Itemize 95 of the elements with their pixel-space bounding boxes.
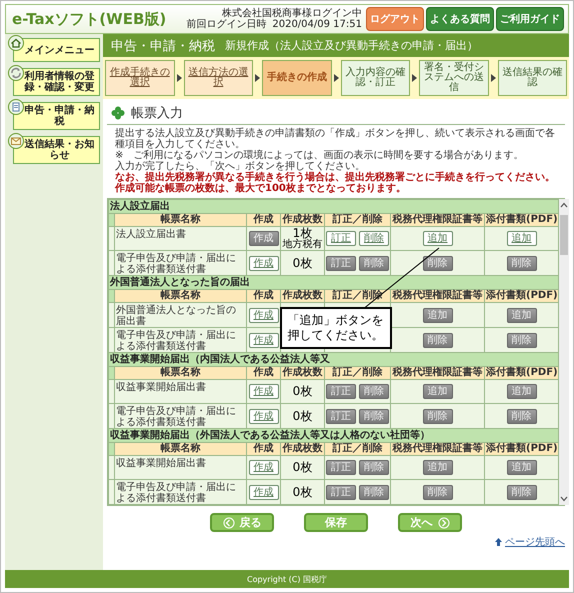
instruction-text: 提出する法人設立及び異動手続きの申請書類の「作成」ボタンを押し、続いて表示される画面で各種項目を入力してください。 — [115, 128, 556, 150]
column-header: 税務代理権限証書等 — [390, 442, 484, 456]
column-header: 作成枚数 — [280, 366, 324, 380]
create-button[interactable]: 作成 — [248, 332, 278, 348]
table-cell: 電子申告及び申請・届出による添付書類送付書 — [114, 404, 246, 428]
group-title: 収益事業開始届出（内国法人である公益法人等又 — [108, 352, 558, 366]
page-top-link[interactable]: ページ先頭へ — [494, 535, 565, 549]
step-item: 送信結果の確認 — [498, 60, 567, 96]
envelope-icon — [8, 133, 24, 149]
back-button[interactable]: 戻る — [210, 513, 274, 532]
column-header: 作成 — [246, 366, 280, 380]
group-title: 外国普通法人となった旨の届出 — [108, 276, 558, 290]
scroll-thumb[interactable] — [560, 215, 568, 255]
sidebar-item[interactable]: メインメニュー — [13, 38, 100, 62]
table-cell: 収益事業開始届出書 — [114, 456, 246, 480]
table-cell: 法人設立届出書 — [114, 226, 246, 250]
page-title: 新規作成（法人設立及び異動手続きの申請・届出） — [225, 38, 478, 53]
next-button[interactable]: 次へ — [398, 513, 462, 532]
create-button[interactable]: 作成 — [248, 460, 278, 475]
caret-down-icon — [559, 495, 569, 503]
count-text: 0枚 — [292, 461, 312, 474]
document-icon — [8, 99, 24, 115]
clover-icon — [111, 106, 125, 120]
instruction-text: 入力が完了したら、「次へ」ボタンを押してください。 — [115, 161, 365, 172]
column-header: 作成 — [246, 214, 280, 226]
table-cell: 電子申告及び申請・届出による添付書類送付書 — [114, 328, 246, 352]
user-status: 株式会社国税商事様ログイン中 — [221, 8, 362, 19]
cycle-icon — [8, 65, 24, 81]
next-icon — [438, 516, 450, 530]
section-title: 申告・申請・納税 — [111, 38, 215, 54]
create-button[interactable]: 作成 — [248, 308, 278, 322]
logout-button[interactable]: ログアウト — [366, 7, 424, 31]
column-header: 作成 — [246, 442, 280, 456]
arrow-up-icon — [494, 537, 503, 547]
last-login-label: 前回ログイン日時 — [186, 19, 266, 30]
copyright-text: Copyright (C) 国税庁 — [246, 574, 327, 584]
column-header: 帳票名称 — [114, 366, 246, 380]
count-text: 1枚 — [292, 227, 312, 240]
sidebar-item[interactable]: 利用者情報の登録・確認・変更 — [13, 68, 100, 96]
sidebar-item[interactable]: 申告・申請・納税 — [13, 102, 100, 130]
table-cell: 電子申告及び申請・届出による添付書類送付書 — [114, 250, 246, 276]
column-header: 添付書類(PDF) — [484, 290, 558, 302]
column-header: 添付書類(PDF) — [484, 214, 558, 226]
create-button[interactable]: 作成 — [248, 256, 278, 270]
column-header: 訂正／削除 — [324, 366, 390, 380]
column-header: 訂正／削除 — [324, 442, 390, 456]
instruction-text: 作成可能な帳票の枚数は、最大で100枚までとなっております。 — [115, 183, 407, 194]
column-header: 帳票名称 — [114, 442, 246, 456]
count-text: 0枚 — [292, 256, 312, 270]
table-cell: 収益事業開始届出書 — [114, 380, 246, 404]
delete-button[interactable]: 削除 — [359, 231, 389, 246]
nav-button[interactable]: ご利用ガイド — [496, 7, 564, 31]
sidebar-item[interactable]: 送信結果・お知らせ — [13, 136, 100, 164]
column-header: 作成枚数 — [280, 290, 324, 302]
group-title: 法人設立届出 — [108, 200, 558, 214]
column-header: 帳票名称 — [114, 214, 246, 226]
column-header: 帳票名称 — [114, 290, 246, 302]
section-heading: 帳票入力 — [131, 105, 183, 122]
agent-document-button[interactable]: 追加 — [422, 231, 452, 246]
count-text: 0枚 — [292, 486, 312, 498]
column-header: 税務代理権限証書等 — [390, 214, 484, 226]
step-item: 署名・受付システムへの送信 — [419, 60, 488, 96]
attachment-button[interactable]: 追加 — [506, 231, 536, 246]
column-header: 税務代理権限証書等 — [390, 366, 484, 380]
last-login-time: 2020/04/09 17:51 — [272, 19, 362, 30]
back-icon — [222, 516, 234, 530]
create-button[interactable]: 作成 — [248, 384, 278, 399]
save-button[interactable]: 保存 — [304, 513, 368, 532]
count-text: 0枚 — [292, 410, 312, 422]
edit-button[interactable]: 訂正 — [326, 231, 356, 246]
column-header: 添付書類(PDF) — [484, 366, 558, 380]
create-button[interactable]: 作成 — [248, 484, 278, 500]
column-header: 作成枚数 — [280, 214, 324, 226]
column-header: 税務代理権限証書等 — [390, 290, 484, 302]
step-item[interactable]: 送信方法の選択 — [184, 60, 253, 96]
scrollbar[interactable] — [559, 199, 569, 505]
instruction-text: なお、提出先税務署が異なる手続きを行う場合は、提出先税務署ごとに手続きを行ってください。 — [115, 172, 556, 183]
column-header: 訂正／削除 — [324, 214, 390, 226]
callout-box: 「追加」ボタンを押してください。 — [280, 306, 392, 348]
step-item: 入力内容の確認・訂正 — [340, 60, 410, 96]
column-header: 作成枚数 — [280, 442, 324, 456]
instruction-text: ※ ご利用になるパソコンの環境によっては、画面の表示に時間を要する場合があります。 — [115, 150, 524, 161]
table-cell: 電子申告及び申請・届出による添付書類送付書 — [114, 480, 246, 504]
nav-button[interactable]: よくある質問 — [426, 7, 494, 31]
step-item: 手続きの作成 — [262, 60, 332, 96]
step-item[interactable]: 作成手続きの選択 — [105, 60, 174, 96]
create-button[interactable]: 作成 — [248, 408, 278, 424]
column-header: 作成 — [246, 290, 280, 302]
count-text: 0枚 — [292, 385, 312, 398]
column-header: 添付書類(PDF) — [484, 442, 558, 456]
count-note: 地方税有 — [282, 240, 322, 250]
logo: e-Taxソフト(WEB版) — [12, 10, 166, 28]
caret-up-icon — [559, 201, 569, 209]
group-title: 収益事業開始届出（外国法人である公益法人等又は人格のない社団等） — [108, 428, 558, 442]
table-cell: 外国普通法人となった旨の届出書 — [114, 302, 246, 328]
